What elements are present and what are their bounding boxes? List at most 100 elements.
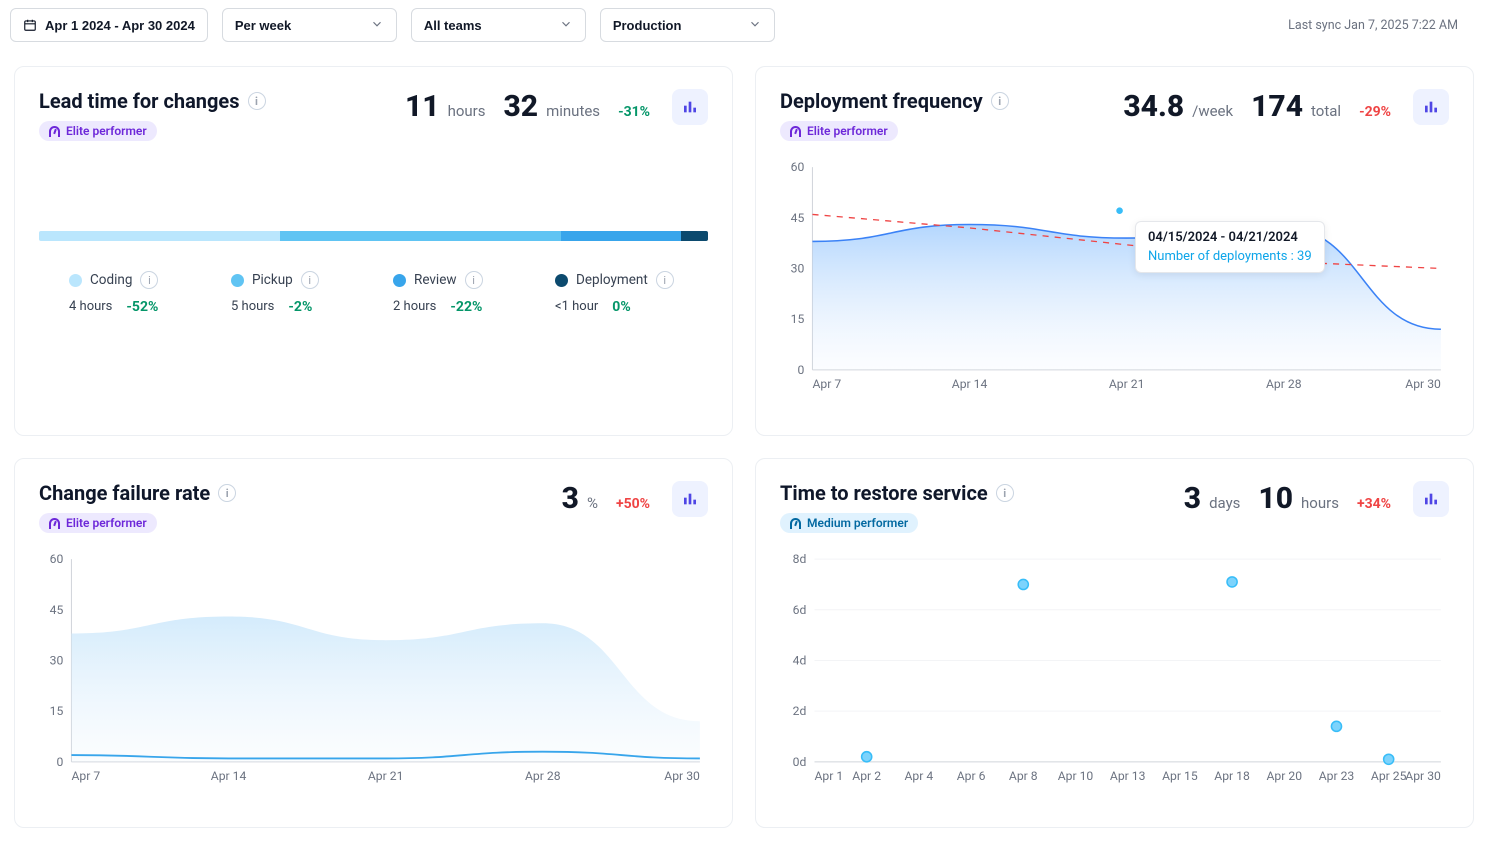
legend-label: Coding: [90, 272, 132, 288]
svg-text:45: 45: [791, 211, 805, 225]
chevron-down-icon: [748, 17, 762, 34]
performer-badge: Elite performer: [780, 121, 898, 141]
svg-text:Apr 14: Apr 14: [952, 377, 988, 391]
legend-dot: [231, 274, 244, 287]
date-range-filter[interactable]: Apr 1 2024 - Apr 30 2024: [10, 8, 208, 42]
legend-label: Review: [414, 272, 457, 288]
legend-item: Pickupi 5 hours -2%: [231, 271, 351, 315]
ttrs-chart: 8d 6d 4d 2d 0d Apr 1 Apr 2 Apr 4 Apr 6 Apr 8 Apr 1…: [780, 551, 1449, 784]
stack-segment-deployment[interactable]: [681, 231, 708, 241]
svg-text:6d: 6d: [793, 603, 807, 617]
svg-text:Apr 30: Apr 30: [1405, 769, 1441, 783]
gauge-icon: [49, 126, 60, 137]
legend-value: 4 hours: [69, 299, 112, 315]
svg-text:Apr 1: Apr 1: [814, 769, 843, 783]
ttrs-delta: +34%: [1357, 496, 1391, 512]
info-icon[interactable]: i: [991, 92, 1009, 110]
svg-text:Apr 28: Apr 28: [1266, 377, 1302, 391]
lead-time-metrics: 11 hours 32 minutes -31%: [405, 89, 650, 124]
legend-change: -2%: [288, 299, 312, 315]
info-icon[interactable]: i: [656, 271, 674, 289]
cfr-metrics: 3 % +50%: [562, 481, 650, 516]
svg-text:Apr 21: Apr 21: [368, 769, 404, 783]
legend-value: 2 hours: [393, 299, 436, 315]
chevron-down-icon: [370, 17, 384, 34]
legend-label: Deployment: [576, 272, 648, 288]
deploy-freq-delta: -29%: [1359, 104, 1391, 120]
svg-text:4d: 4d: [793, 654, 807, 668]
info-icon[interactable]: i: [140, 271, 158, 289]
svg-text:Apr 28: Apr 28: [525, 769, 561, 783]
legend-item: Reviewi2 hours-22%: [393, 271, 513, 315]
performer-badge: Medium performer: [780, 513, 918, 533]
svg-text:30: 30: [50, 654, 64, 668]
performer-badge: Elite performer: [39, 513, 157, 533]
chevron-down-icon: [559, 17, 573, 34]
cfr-delta: +50%: [616, 496, 650, 512]
info-icon[interactable]: i: [301, 271, 319, 289]
ttrs-title: Time to restore service: [780, 481, 988, 505]
legend-label: Pickup: [252, 272, 293, 288]
svg-text:Apr 8: Apr 8: [1009, 769, 1038, 783]
chart-toggle-button[interactable]: [1413, 481, 1449, 517]
stack-segment-pickup[interactable]: [280, 231, 561, 241]
teams-label: All teams: [424, 18, 482, 33]
svg-text:Apr 30: Apr 30: [664, 769, 700, 783]
svg-text:45: 45: [50, 603, 64, 617]
svg-text:Apr 15: Apr 15: [1162, 769, 1198, 783]
lead-time-hours: 11: [405, 89, 440, 124]
deploy-freq-metrics: 34.8 /week 174 total -29%: [1123, 89, 1391, 124]
cfr-card: Change failure rate i Elite performer 3 …: [14, 458, 733, 828]
stack-segment-review[interactable]: [561, 231, 681, 241]
svg-text:0d: 0d: [793, 755, 807, 769]
chart-toggle-button[interactable]: [672, 89, 708, 125]
svg-text:Apr 14: Apr 14: [211, 769, 247, 783]
environment-label: Production: [613, 18, 682, 33]
svg-text:Apr 6: Apr 6: [957, 769, 986, 783]
svg-text:0: 0: [56, 755, 63, 769]
legend-value: 5 hours: [231, 299, 274, 315]
granularity-filter[interactable]: Per week: [222, 8, 397, 42]
environment-filter[interactable]: Production: [600, 8, 775, 42]
legend-item: Deployment i <1 hour 0%: [555, 271, 675, 315]
lead-time-legend: Codingi4 hours-52%Pickupi5 hours-2%Revie…: [39, 271, 708, 315]
info-icon[interactable]: i: [996, 484, 1014, 502]
ttrs-card: Time to restore service i Medium perform…: [755, 458, 1474, 828]
legend-dot: [69, 274, 82, 287]
teams-filter[interactable]: All teams: [411, 8, 586, 42]
filter-bar: Apr 1 2024 - Apr 30 2024 Per week All te…: [0, 0, 1488, 50]
performer-badge: Elite performer: [39, 121, 157, 141]
svg-text:Apr 7: Apr 7: [71, 769, 100, 783]
lead-time-card: Lead time for changes i Elite performer …: [14, 66, 733, 436]
svg-text:8d: 8d: [793, 552, 807, 566]
info-icon[interactable]: i: [465, 271, 483, 289]
stack-segment-coding[interactable]: [39, 231, 280, 241]
legend-value: <1 hour: [555, 299, 598, 315]
chart-toggle-button[interactable]: [1413, 89, 1449, 125]
cfr-title: Change failure rate: [39, 481, 210, 505]
svg-text:Apr 2: Apr 2: [852, 769, 881, 783]
chart-toggle-button[interactable]: [672, 481, 708, 517]
svg-text:Apr 4: Apr 4: [905, 769, 934, 783]
info-icon[interactable]: i: [218, 484, 236, 502]
lead-time-stacked-bar: [39, 231, 708, 241]
lead-time-title: Lead time for changes: [39, 89, 240, 113]
deploy-freq-card: Deployment frequency i Elite performer 3…: [755, 66, 1474, 436]
date-range-label: Apr 1 2024 - Apr 30 2024: [45, 18, 195, 33]
svg-text:Apr 20: Apr 20: [1266, 769, 1302, 783]
svg-text:Apr 18: Apr 18: [1214, 769, 1250, 783]
legend-change: 0%: [612, 299, 630, 315]
svg-text:Apr 13: Apr 13: [1110, 769, 1146, 783]
svg-text:2d: 2d: [793, 704, 807, 718]
info-icon[interactable]: i: [248, 92, 266, 110]
legend-change: -52%: [126, 299, 158, 315]
legend-dot: [393, 274, 406, 287]
svg-text:0: 0: [797, 363, 804, 377]
cfr-chart: 604530150Apr 7Apr 14Apr 21Apr 28Apr 30: [39, 551, 708, 784]
svg-text:60: 60: [50, 552, 64, 566]
legend-item: Codingi 4 hours -52%: [69, 271, 189, 315]
svg-text:Apr 23: Apr 23: [1319, 769, 1355, 783]
svg-text:Apr 7: Apr 7: [812, 377, 841, 391]
ttrs-metrics: 3 days 10 hours +34%: [1184, 481, 1391, 516]
gauge-icon: [790, 126, 801, 137]
